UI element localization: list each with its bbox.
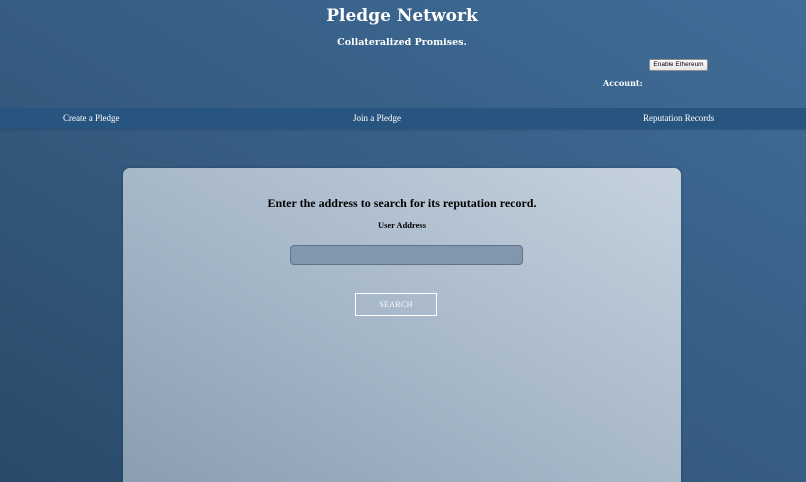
reputation-search-card: Enter the address to search for its repu… xyxy=(123,168,681,482)
nav-reputation-records[interactable]: Reputation Records xyxy=(643,108,714,129)
search-heading: Enter the address to search for its repu… xyxy=(267,196,537,210)
nav-create-pledge[interactable]: Create a Pledge xyxy=(63,108,119,129)
user-address-label: User Address xyxy=(377,220,427,230)
site-tagline: Collateralized Promises. xyxy=(337,37,467,48)
account-label: Account: xyxy=(603,78,643,88)
nav-bar: Create a Pledge Join a Pledge Reputation… xyxy=(0,108,806,129)
enable-ethereum-button[interactable]: Enable Ethereum xyxy=(649,59,708,71)
search-button[interactable]: SEARCH xyxy=(355,293,437,316)
site-title: Pledge Network xyxy=(326,6,478,26)
nav-join-pledge[interactable]: Join a Pledge xyxy=(353,108,401,129)
user-address-input[interactable] xyxy=(290,245,523,265)
